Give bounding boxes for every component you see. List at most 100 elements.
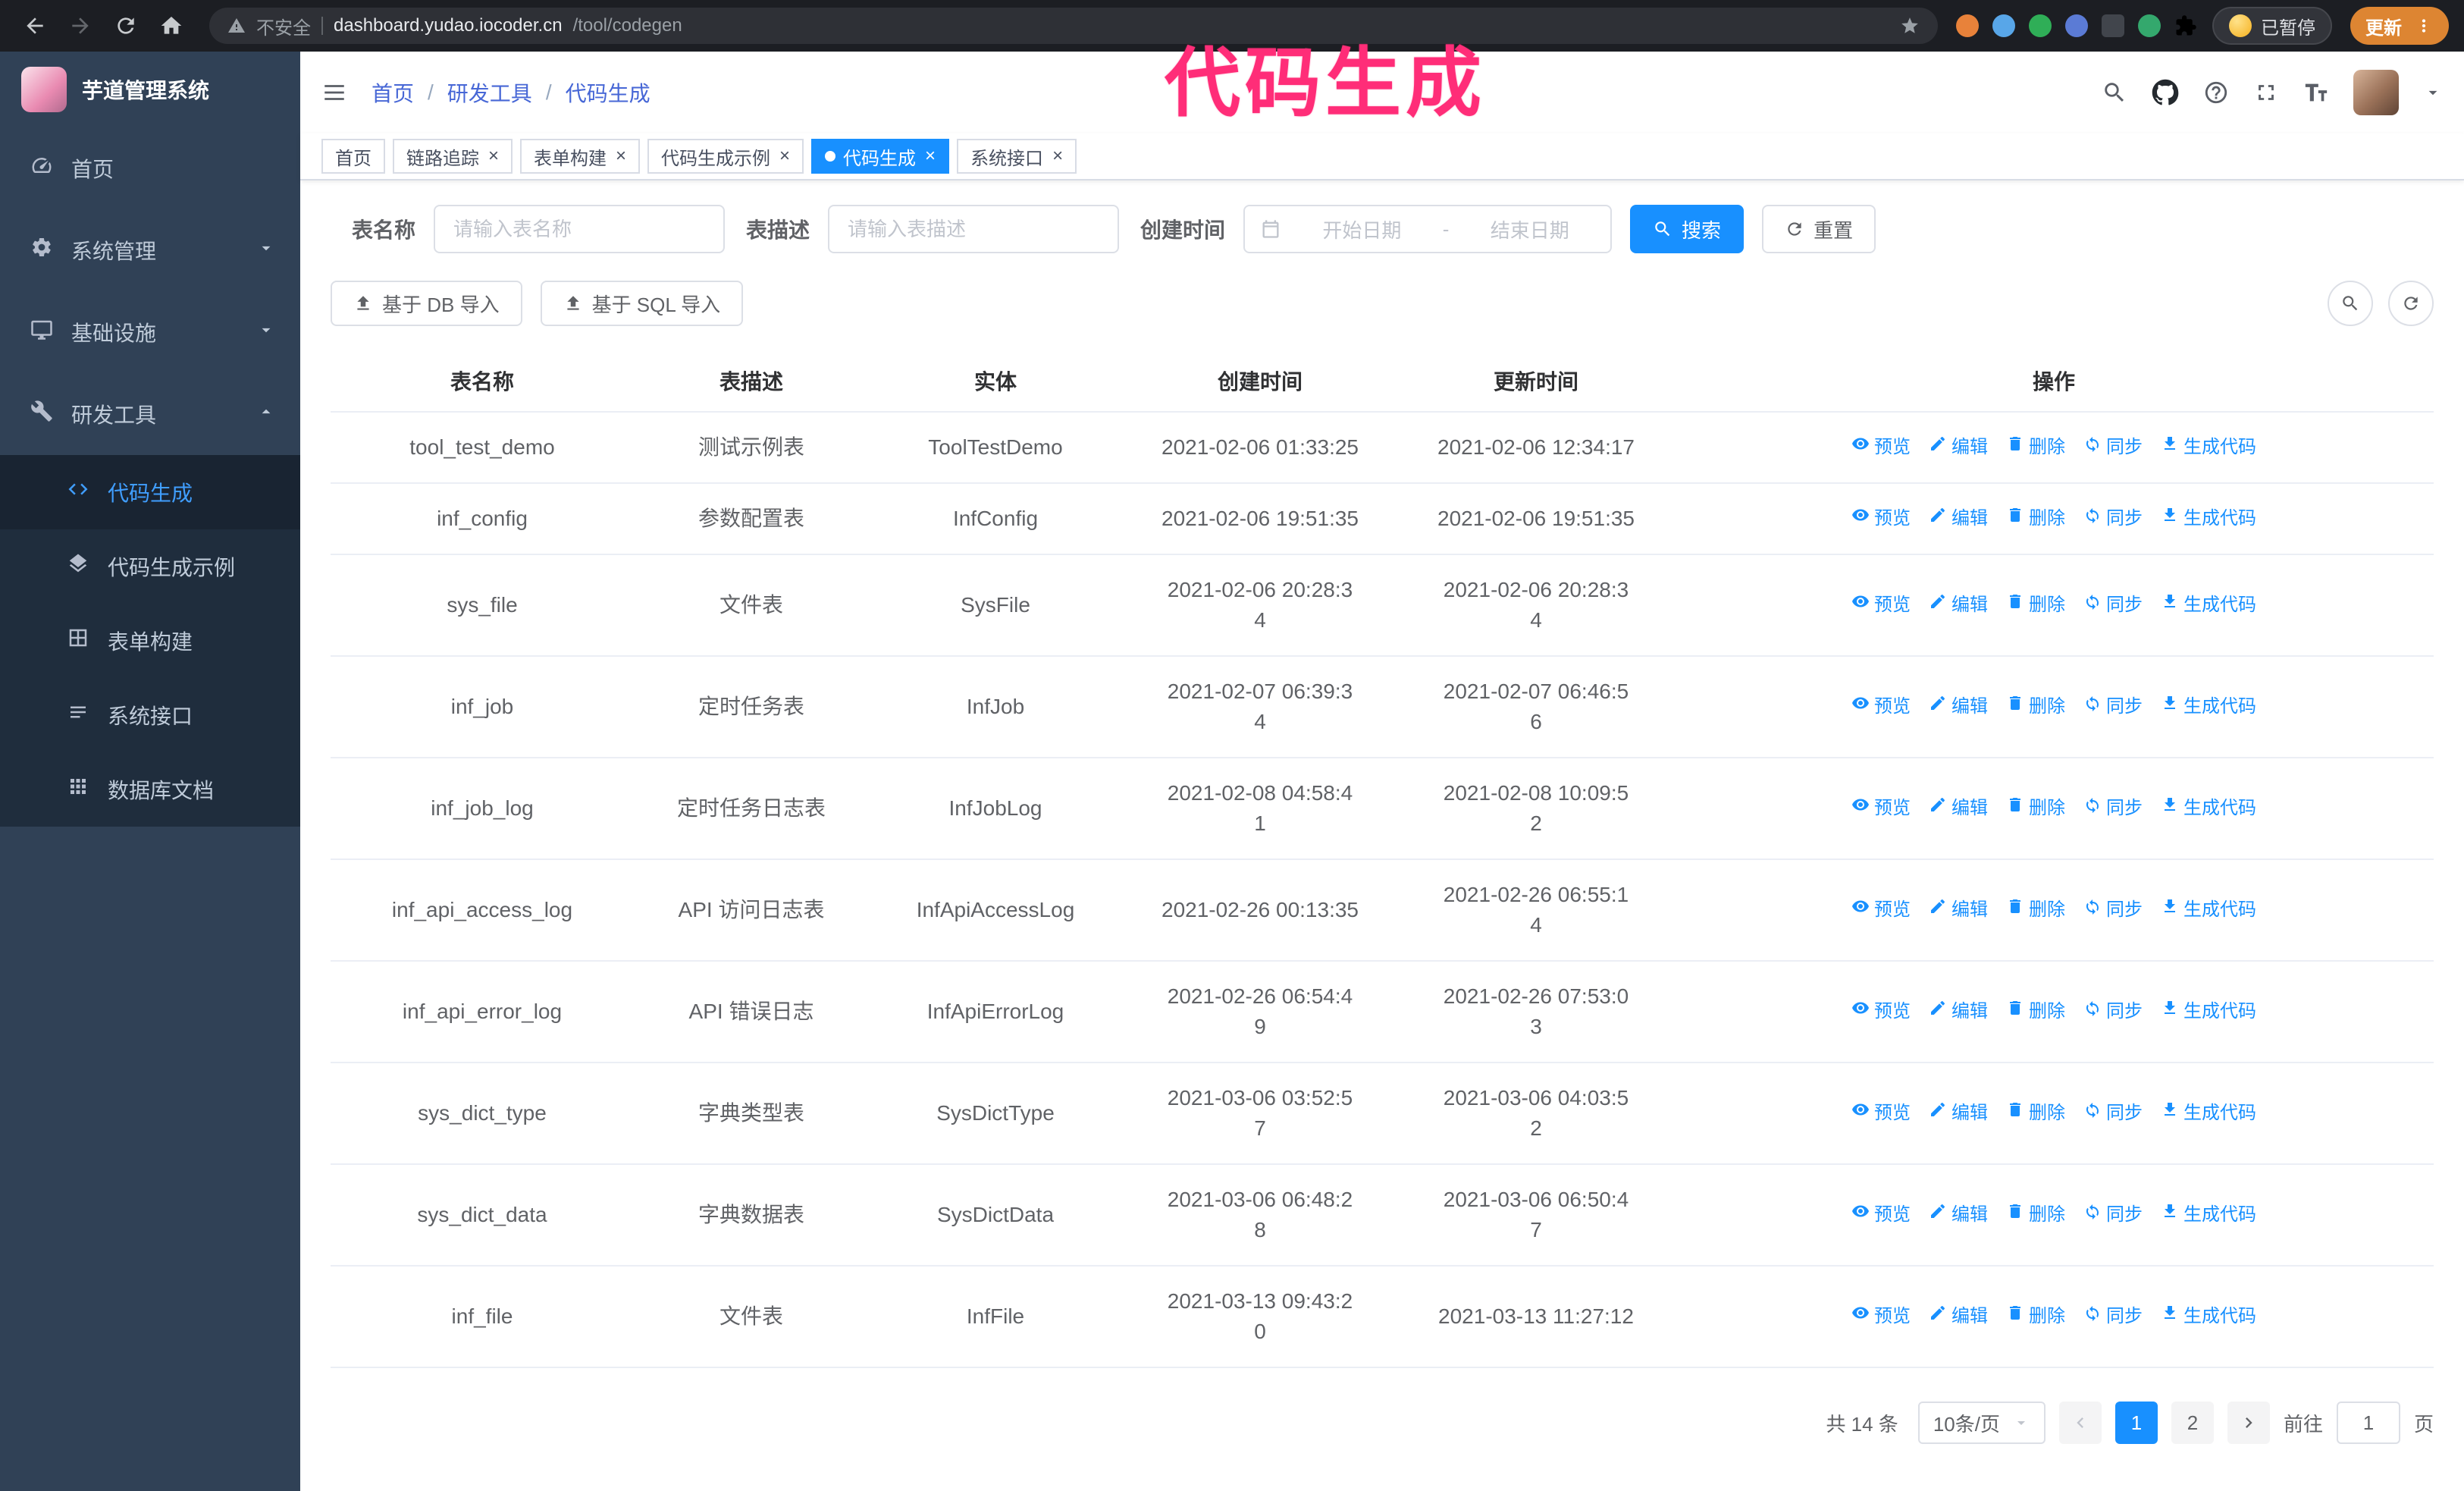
reset-button[interactable]: 重置 [1762, 205, 1876, 253]
breadcrumb-home[interactable]: 首页 [371, 77, 414, 108]
address-bar[interactable]: 不安全 dashboard.yudao.iocoder.cn/tool/code… [209, 8, 1938, 44]
row-action-generate-code[interactable]: 生成代码 [2161, 1301, 2256, 1332]
row-action-preview[interactable]: 预览 [1851, 997, 1911, 1027]
extension-puzzle-icon[interactable] [2174, 14, 2197, 37]
extension-leaf-icon[interactable] [2138, 14, 2161, 37]
row-action-sync[interactable]: 同步 [2083, 895, 2143, 925]
row-action-generate-code[interactable]: 生成代码 [2161, 997, 2256, 1027]
row-action-sync[interactable]: 同步 [2083, 504, 2143, 534]
logo[interactable]: 芋道管理系统 [0, 52, 300, 127]
row-action-generate-code[interactable]: 生成代码 [2161, 1098, 2256, 1128]
kebab-menu-icon[interactable] [2414, 16, 2434, 36]
search-button[interactable]: 搜索 [1630, 205, 1745, 253]
sidebar-item-0[interactable]: 首页 [0, 127, 300, 209]
row-action-preview[interactable]: 预览 [1851, 1200, 1911, 1230]
refresh-table-button[interactable] [2388, 281, 2434, 326]
nav-tab-3[interactable]: 代码生成示例 × [647, 139, 804, 174]
row-action-generate-code[interactable]: 生成代码 [2161, 1200, 2256, 1230]
nav-tab-4[interactable]: 代码生成 × [811, 139, 950, 174]
row-action-sync[interactable]: 同步 [2083, 1098, 2143, 1128]
row-action-generate-code[interactable]: 生成代码 [2161, 793, 2256, 824]
date-start-input[interactable]: 开始日期 [1296, 215, 1428, 243]
import-sql-button[interactable]: 基于 SQL 导入 [540, 281, 744, 326]
hamburger-icon[interactable] [321, 80, 347, 105]
sidebar-item-1[interactable]: 系统管理 [0, 209, 300, 291]
row-action-edit[interactable]: 编辑 [1929, 504, 1988, 534]
row-action-preview[interactable]: 预览 [1851, 1098, 1911, 1128]
fullscreen-icon[interactable] [2253, 80, 2279, 105]
sidebar-subitem-4[interactable]: 数据库文档 [0, 752, 300, 827]
browser-home-button[interactable] [152, 6, 191, 46]
page-button-1[interactable]: 1 [2114, 1402, 2158, 1444]
row-action-edit[interactable]: 编辑 [1929, 1200, 1988, 1230]
row-action-preview[interactable]: 预览 [1851, 432, 1911, 463]
date-end-input[interactable]: 结束日期 [1464, 215, 1595, 243]
row-action-sync[interactable]: 同步 [2083, 997, 2143, 1027]
tab-close-icon[interactable]: × [1052, 147, 1063, 165]
profile-badge[interactable]: 已暂停 [2212, 7, 2332, 45]
breadcrumb-tools[interactable]: 研发工具 [447, 77, 532, 108]
browser-forward-button[interactable] [61, 6, 100, 46]
row-action-sync[interactable]: 同步 [2083, 692, 2143, 722]
table-name-input[interactable] [434, 205, 726, 253]
browser-back-button[interactable] [15, 6, 55, 46]
row-action-generate-code[interactable]: 生成代码 [2161, 432, 2256, 463]
row-action-generate-code[interactable]: 生成代码 [2161, 895, 2256, 925]
row-action-delete[interactable]: 删除 [2006, 590, 2065, 620]
row-action-sync[interactable]: 同步 [2083, 1200, 2143, 1230]
page-size-select[interactable]: 10条/页 [1917, 1402, 2045, 1444]
row-action-edit[interactable]: 编辑 [1929, 1098, 1988, 1128]
row-action-generate-code[interactable]: 生成代码 [2161, 692, 2256, 722]
row-action-delete[interactable]: 删除 [2006, 432, 2065, 463]
row-action-generate-code[interactable]: 生成代码 [2161, 504, 2256, 534]
row-action-preview[interactable]: 预览 [1851, 692, 1911, 722]
row-action-sync[interactable]: 同步 [2083, 590, 2143, 620]
import-db-button[interactable]: 基于 DB 导入 [331, 281, 522, 326]
row-action-sync[interactable]: 同步 [2083, 793, 2143, 824]
row-action-delete[interactable]: 删除 [2006, 1200, 2065, 1230]
row-action-preview[interactable]: 预览 [1851, 793, 1911, 824]
row-action-preview[interactable]: 预览 [1851, 504, 1911, 534]
sidebar-item-3[interactable]: 研发工具 [0, 373, 300, 455]
extension-blue-drop-icon[interactable] [1992, 14, 2015, 37]
tab-close-icon[interactable]: × [925, 147, 936, 165]
row-action-delete[interactable]: 删除 [2006, 997, 2065, 1027]
font-size-icon[interactable] [2303, 80, 2329, 105]
extension-dark-card-icon[interactable] [2102, 14, 2124, 37]
row-action-sync[interactable]: 同步 [2083, 432, 2143, 463]
extension-orange-icon[interactable] [1956, 14, 1979, 37]
row-action-edit[interactable]: 编辑 [1929, 793, 1988, 824]
row-action-delete[interactable]: 删除 [2006, 504, 2065, 534]
browser-update-button[interactable]: 更新 [2350, 7, 2449, 45]
date-range-picker[interactable]: 开始日期 - 结束日期 [1243, 205, 1613, 253]
row-action-edit[interactable]: 编辑 [1929, 997, 1988, 1027]
row-action-edit[interactable]: 编辑 [1929, 590, 1988, 620]
row-action-delete[interactable]: 删除 [2006, 1098, 2065, 1128]
nav-tab-5[interactable]: 系统接口 × [957, 139, 1077, 174]
row-action-preview[interactable]: 预览 [1851, 590, 1911, 620]
caret-down-icon[interactable] [2423, 83, 2443, 102]
nav-tab-1[interactable]: 链路追踪 × [393, 139, 513, 174]
tab-close-icon[interactable]: × [616, 147, 626, 165]
sidebar-item-2[interactable]: 基础设施 [0, 291, 300, 373]
row-action-preview[interactable]: 预览 [1851, 895, 1911, 925]
sidebar-subitem-2[interactable]: 表单构建 [0, 604, 300, 678]
row-action-edit[interactable]: 编辑 [1929, 1301, 1988, 1332]
browser-reload-button[interactable] [106, 6, 146, 46]
page-button-2[interactable]: 2 [2171, 1402, 2214, 1444]
sidebar-subitem-3[interactable]: 系统接口 [0, 678, 300, 752]
row-action-delete[interactable]: 删除 [2006, 895, 2065, 925]
github-icon[interactable] [2152, 79, 2179, 106]
row-action-sync[interactable]: 同步 [2083, 1301, 2143, 1332]
row-action-generate-code[interactable]: 生成代码 [2161, 590, 2256, 620]
tab-close-icon[interactable]: × [779, 147, 790, 165]
next-page-button[interactable] [2227, 1402, 2270, 1444]
row-action-delete[interactable]: 删除 [2006, 793, 2065, 824]
bookmark-star-icon[interactable] [1900, 16, 1920, 36]
row-action-edit[interactable]: 编辑 [1929, 895, 1988, 925]
extension-green-check-icon[interactable] [2029, 14, 2052, 37]
help-icon[interactable] [2203, 80, 2229, 105]
nav-tab-2[interactable]: 表单构建 × [520, 139, 641, 174]
row-action-delete[interactable]: 删除 [2006, 692, 2065, 722]
goto-page-input[interactable] [2336, 1402, 2400, 1444]
